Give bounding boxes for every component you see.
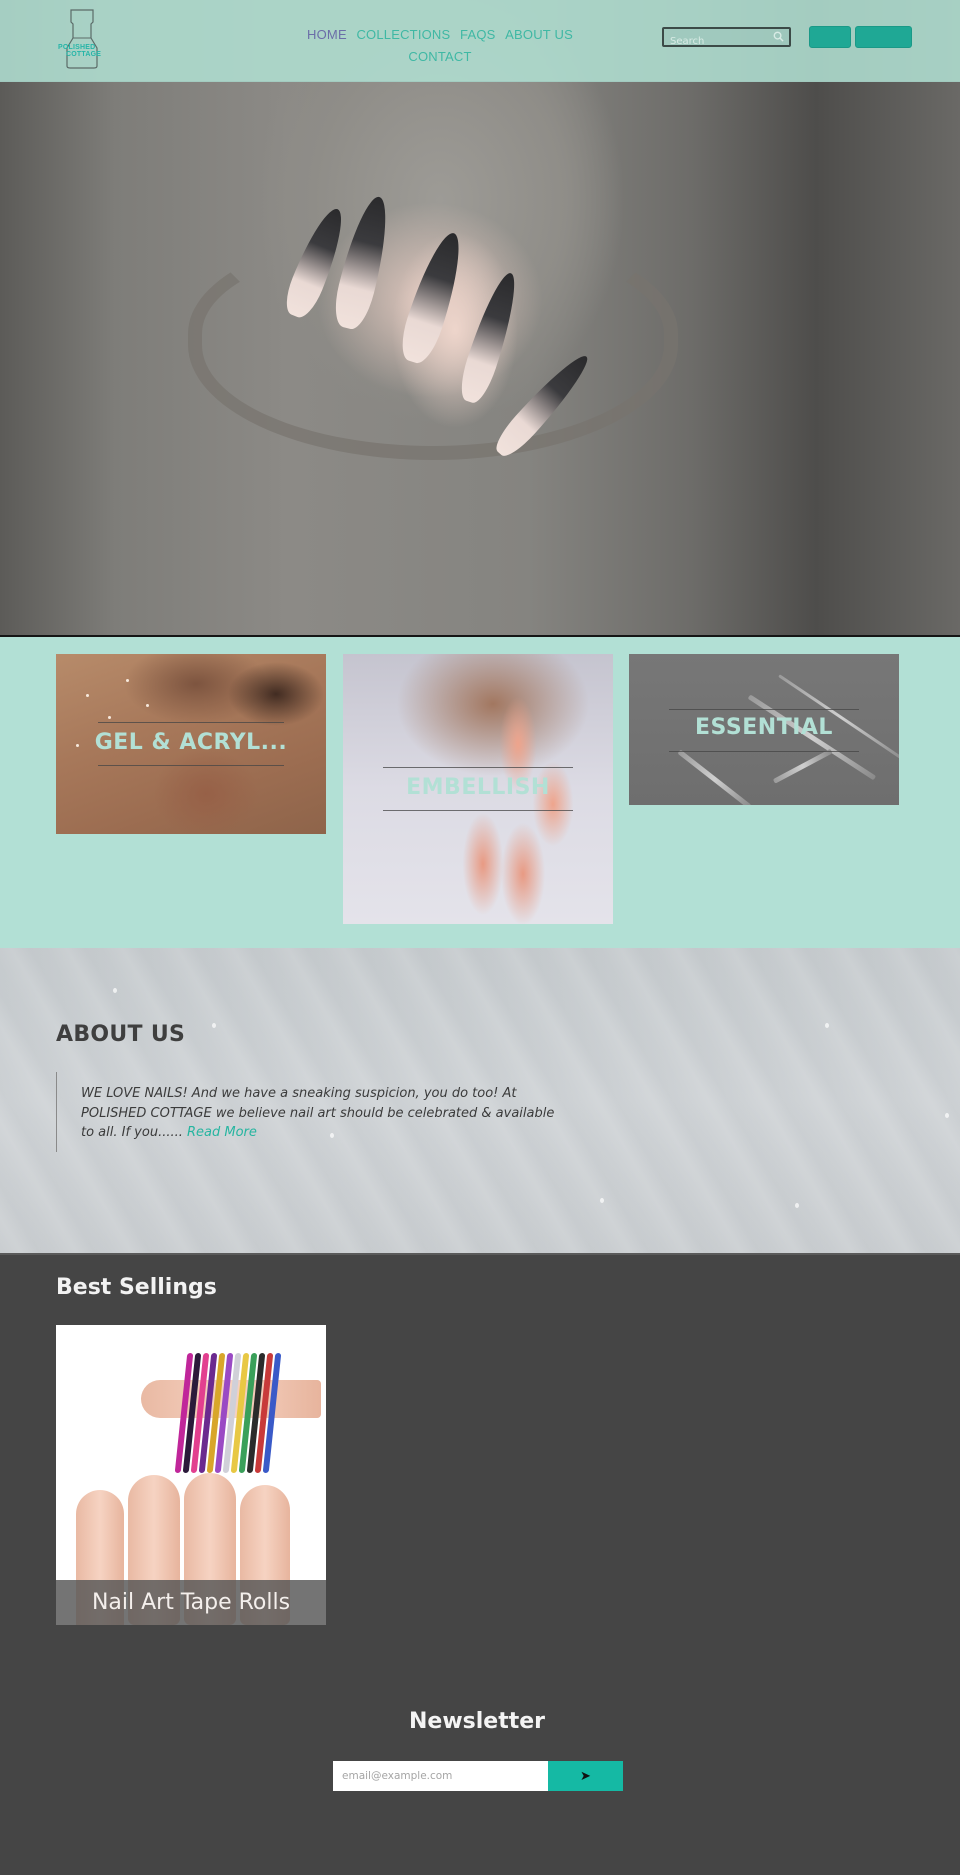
hero-banner-image (0, 0, 960, 636)
snow-flake (212, 1023, 216, 1028)
tile-rule-top (383, 767, 573, 768)
tool-nipper (677, 749, 752, 805)
search-icon[interactable] (773, 31, 784, 42)
logo-text: POLISHED COTTAGE (58, 44, 102, 58)
account-button[interactable] (809, 26, 851, 48)
search-input[interactable] (670, 33, 770, 50)
site-header: POLISHED COTTAGE HOME COLLECTIONS FAQS A… (0, 0, 960, 82)
about-section: ABOUT US WE LOVE NAILS! And we have a sn… (0, 948, 960, 1253)
newsletter-form: ➤ (333, 1761, 623, 1791)
snow-flake (945, 1113, 949, 1118)
sparkle (86, 694, 89, 697)
snow-flake (825, 1023, 829, 1028)
arrow-right-icon: ➤ (580, 1768, 591, 1783)
best-sellings-title: Best Sellings (56, 1275, 217, 1300)
snow-flake (113, 988, 117, 993)
tile-label-wrap: GEL & ACRYL... (56, 730, 326, 755)
nav-item-home[interactable]: HOME (307, 27, 347, 42)
snow-flake (795, 1203, 799, 1208)
tool-file (772, 748, 833, 784)
cart-button[interactable] (855, 26, 912, 48)
about-title: ABOUT US (56, 1022, 186, 1047)
main-nav: HOME COLLECTIONS FAQS ABOUT US CONTACT (300, 24, 580, 68)
search-box (662, 27, 791, 50)
sparkle (108, 716, 111, 719)
tile-rule-top (98, 722, 284, 723)
sparkle (126, 679, 129, 682)
read-more-link[interactable]: Read More (187, 1125, 257, 1140)
tile-rule-bottom (383, 810, 573, 811)
about-quote: WE LOVE NAILS! And we have a sneaking su… (56, 1072, 556, 1152)
nail-polish-bottle-icon (66, 9, 98, 69)
nav-item-contact[interactable]: CONTACT (408, 49, 471, 64)
logo[interactable]: POLISHED COTTAGE (56, 8, 108, 70)
collections-section: GEL & ACRYL... EMBELLISH ESSENTIAL (0, 637, 960, 948)
about-text: WE LOVE NAILS! And we have a sneaking su… (81, 1086, 555, 1140)
snow-flake (600, 1198, 604, 1203)
collection-label: EMBELLISH (406, 775, 550, 800)
collection-label: GEL & ACRYL... (94, 730, 288, 755)
collection-tile-gel-acrylic[interactable]: GEL & ACRYL... (56, 654, 326, 834)
newsletter-submit-button[interactable]: ➤ (548, 1761, 623, 1791)
nav-item-faqs[interactable]: FAQS (460, 27, 495, 42)
tile-label-wrap: EMBELLISH (343, 775, 613, 800)
collection-tile-embellish[interactable]: EMBELLISH (343, 654, 613, 924)
tile-rule-bottom (98, 765, 284, 766)
tile-rule-top (669, 709, 859, 710)
collection-label: ESSENTIAL (695, 715, 833, 740)
nav-item-collections[interactable]: COLLECTIONS (356, 27, 450, 42)
newsletter-title: Newsletter (408, 1709, 546, 1734)
sparkle (146, 704, 149, 707)
product-card[interactable]: Nail Art Tape Rolls (56, 1325, 326, 1625)
newsletter-email-input[interactable] (333, 1761, 548, 1791)
product-name: Nail Art Tape Rolls (56, 1580, 326, 1625)
tile-label-wrap: ESSENTIAL (629, 715, 899, 740)
tile-rule-bottom (669, 751, 859, 752)
collection-tile-essential[interactable]: ESSENTIAL (629, 654, 899, 805)
nav-item-about-us[interactable]: ABOUT US (505, 27, 573, 42)
